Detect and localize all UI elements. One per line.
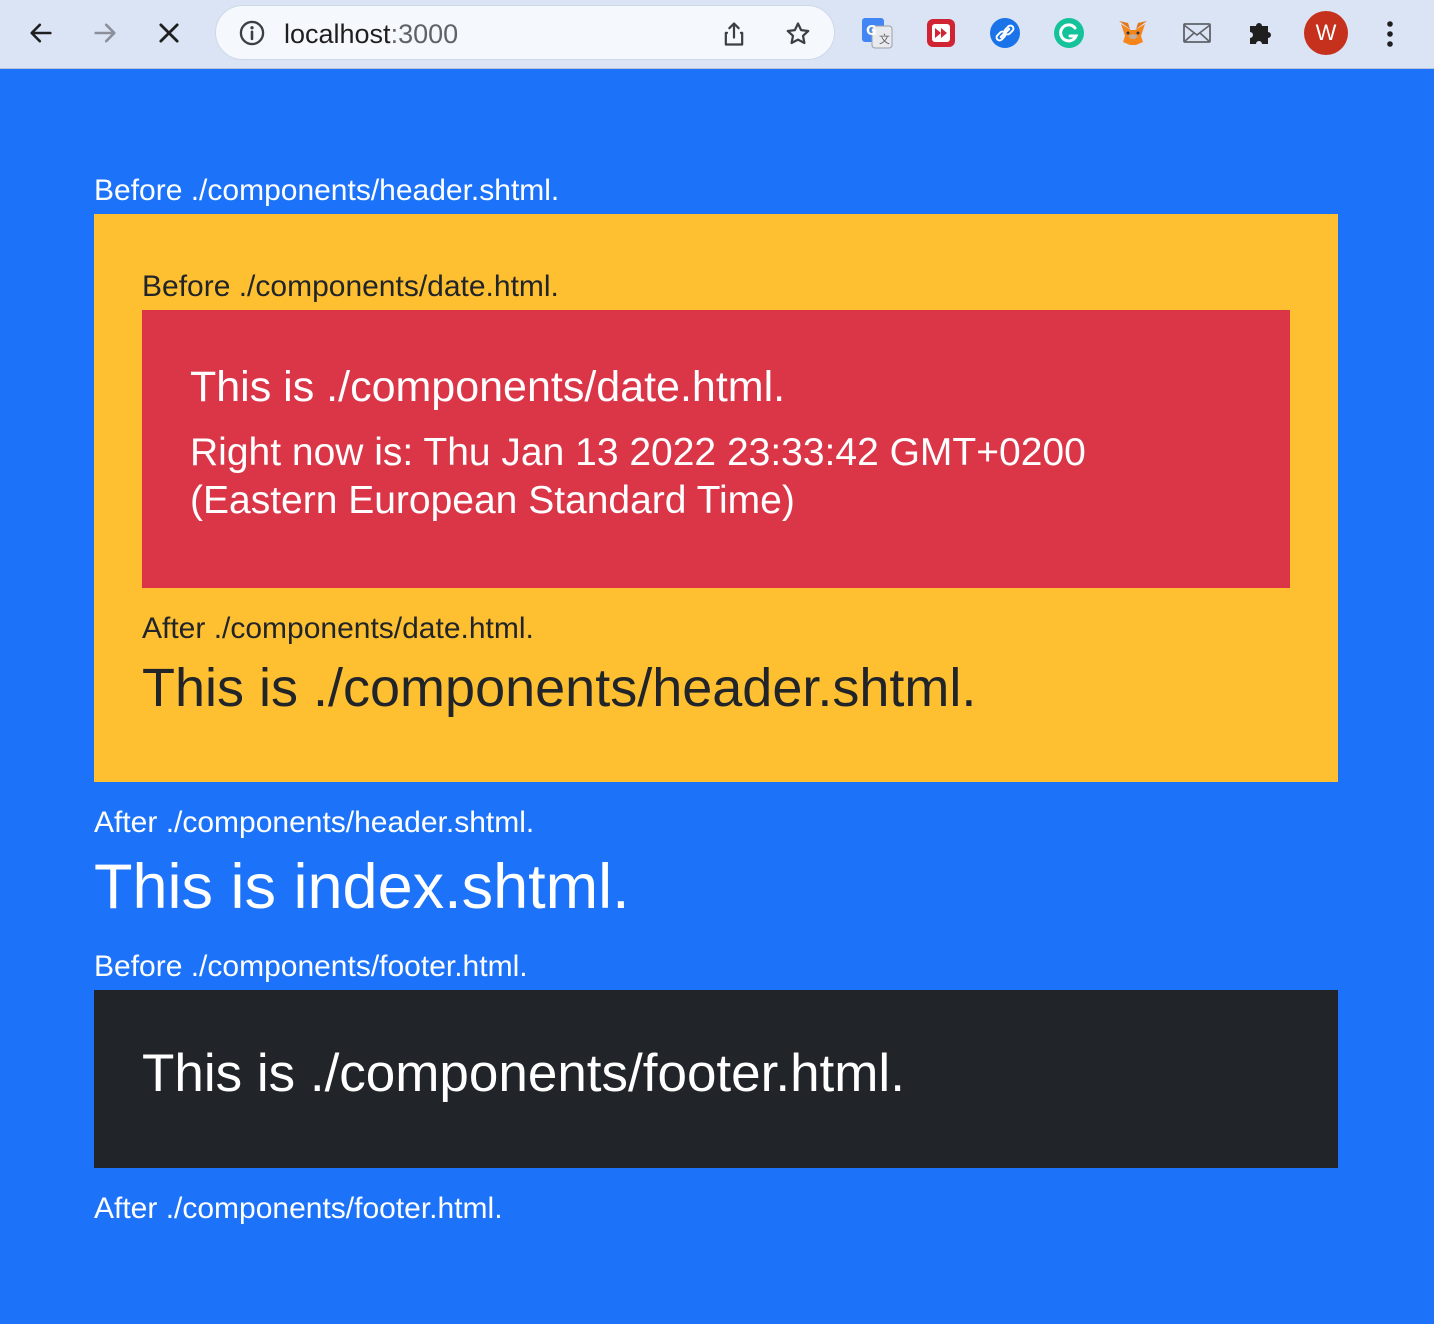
grammarly-icon <box>1054 18 1084 48</box>
star-icon <box>786 22 810 45</box>
after-date-text: After ./components/date.html. <box>142 612 534 645</box>
forward-button[interactable] <box>84 12 126 54</box>
more-vertical-icon <box>1387 21 1393 47</box>
url-port: :3000 <box>390 19 459 49</box>
before-header-text: Before ./components/header.shtml. <box>94 174 560 207</box>
before-date-text: Before ./components/date.html. <box>142 270 559 303</box>
mail-icon <box>1183 23 1211 43</box>
back-button[interactable] <box>20 12 62 54</box>
fast-forward-extension-icon <box>927 19 955 47</box>
metamask-extension[interactable] <box>1115 15 1151 51</box>
footer-title: This is ./components/footer.html. <box>142 1044 905 1103</box>
info-icon[interactable] <box>238 19 266 47</box>
address-bar[interactable]: localhost:3000 <box>215 5 835 60</box>
after-header-text: After ./components/header.shtml. <box>94 806 535 839</box>
metamask-fox-icon <box>1119 21 1147 45</box>
index-title: This is index.shtml. <box>94 852 630 922</box>
arrow-left-icon <box>30 23 52 43</box>
google-translate-icon: G 文 <box>862 18 893 49</box>
link-extension[interactable] <box>987 15 1023 51</box>
stop-loading-button[interactable] <box>148 12 190 54</box>
share-icon <box>724 22 744 46</box>
url-host: localhost <box>284 19 391 49</box>
profile-avatar[interactable]: W <box>1304 11 1348 55</box>
after-footer-text: After ./components/footer.html. <box>94 1192 503 1225</box>
date-now-line-2: (Eastern European Standard Time) <box>190 479 795 522</box>
mail-extension[interactable] <box>1179 15 1215 51</box>
browser-menu-button[interactable] <box>1375 14 1405 54</box>
link-extension-icon <box>990 18 1020 48</box>
fast-forward-extension[interactable] <box>923 15 959 51</box>
date-title: This is ./components/date.html. <box>190 363 786 411</box>
bookmark-button[interactable] <box>780 16 816 52</box>
before-footer-text: Before ./components/footer.html. <box>94 950 528 983</box>
date-now-line-1: Right now is: Thu Jan 13 2022 23:33:42 G… <box>190 431 1086 474</box>
header-title: This is ./components/header.shtml. <box>142 658 977 718</box>
svg-text:文: 文 <box>879 32 890 46</box>
share-button[interactable] <box>716 16 752 52</box>
arrow-right-icon <box>94 23 116 43</box>
browser-toolbar: localhost:3000 G 文 W <box>0 0 1434 69</box>
google-translate-extension[interactable]: G 文 <box>859 15 895 51</box>
svg-text:G: G <box>866 24 877 39</box>
url-text[interactable]: localhost:3000 <box>284 19 458 49</box>
grammarly-extension[interactable] <box>1051 15 1087 51</box>
close-icon <box>159 23 179 43</box>
puzzle-icon <box>1250 23 1271 44</box>
extensions-button[interactable] <box>1243 15 1279 51</box>
